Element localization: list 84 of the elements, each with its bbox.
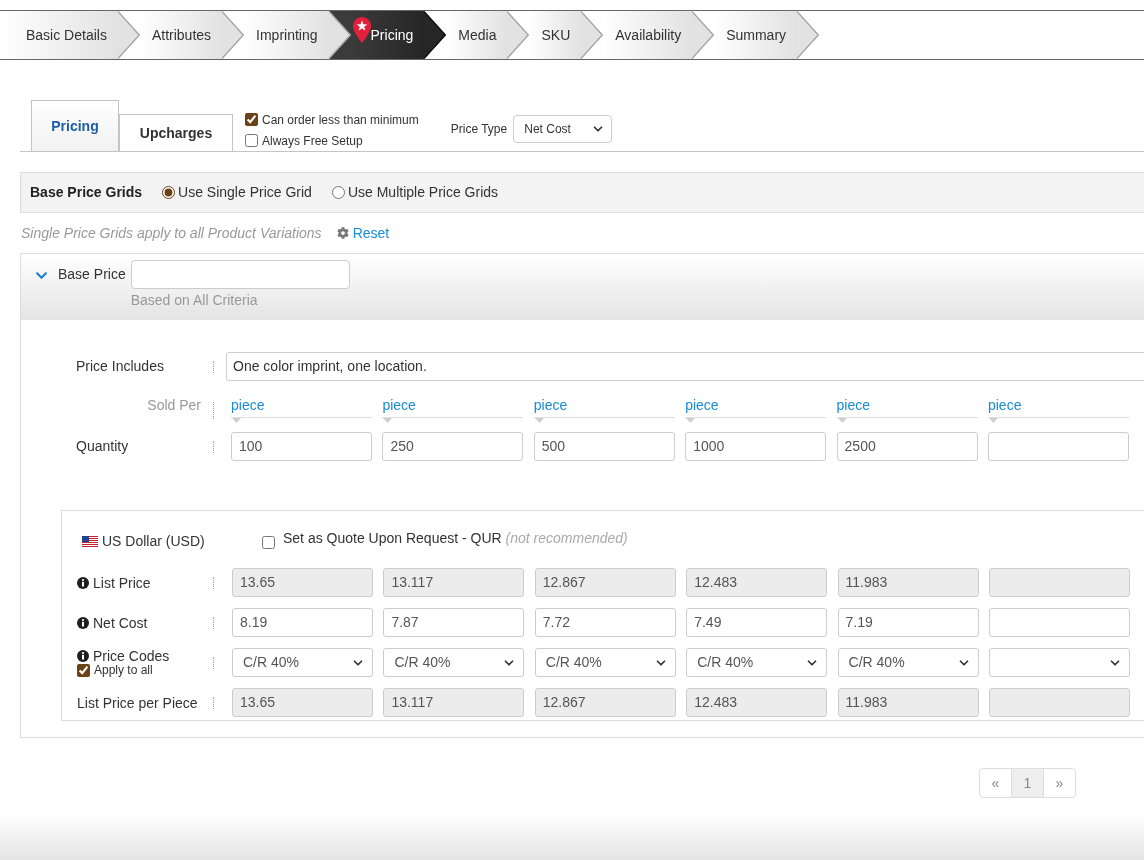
checkbox[interactable] xyxy=(262,536,275,549)
radio-label: Use Single Price Grid xyxy=(178,183,312,202)
row-label: Net Cost xyxy=(93,613,148,633)
price-field: 13.117 xyxy=(383,568,525,597)
net-cost-input[interactable]: 7.87 xyxy=(383,608,525,637)
sold-per-dropdown[interactable]: piece xyxy=(836,395,978,418)
chevron-arrow-icon xyxy=(581,11,604,59)
net-cost-input[interactable]: 8.19 xyxy=(232,608,373,637)
row-label: List Price per Piece xyxy=(77,693,198,713)
price-includes-input[interactable]: One color imprint, one location. xyxy=(226,352,1144,381)
hint-text: Based on All Criteria xyxy=(130,291,259,310)
next-page-button[interactable]: » xyxy=(1043,768,1076,798)
price-code-select[interactable]: C/R 40% xyxy=(837,648,979,677)
sold-per-dropdown[interactable]: piece xyxy=(987,395,1129,418)
radio-button[interactable] xyxy=(162,186,176,199)
chevron-arrow-icon xyxy=(507,11,530,59)
price-field: 13.65 xyxy=(232,688,373,717)
map-pin-star-icon xyxy=(352,17,371,43)
checkbox[interactable] xyxy=(245,134,258,147)
quantity-input[interactable]: 250 xyxy=(382,432,524,461)
field-label: Sold Per xyxy=(146,396,202,415)
tab[interactable]: Upcharges xyxy=(119,114,233,151)
price-code-select[interactable]: C/R 40% xyxy=(232,648,373,677)
sold-per-dropdown[interactable]: piece xyxy=(231,395,372,418)
price-code-select[interactable]: C/R 40% xyxy=(383,648,525,677)
price-code-select[interactable]: C/R 40% xyxy=(534,648,676,677)
price-field: 13.65 xyxy=(232,568,373,597)
net-cost-input[interactable]: 7.49 xyxy=(686,608,828,637)
quantity-input[interactable]: 100 xyxy=(231,432,372,461)
row-label: List Price xyxy=(93,573,151,593)
quantity-input[interactable]: 500 xyxy=(533,432,675,461)
caret-icon xyxy=(988,418,998,423)
tab[interactable]: Pricing xyxy=(31,100,119,151)
price-field: 11.983 xyxy=(837,688,979,717)
sold-per-dropdown[interactable]: piece xyxy=(685,395,827,418)
quantity-input[interactable]: 1000 xyxy=(685,432,827,461)
price-field: 11.983 xyxy=(837,568,979,597)
caret-icon xyxy=(534,418,544,423)
gear-icon xyxy=(336,227,349,239)
checkbox[interactable] xyxy=(245,113,258,126)
flag-icon xyxy=(82,535,98,547)
net-cost-input[interactable]: 7.72 xyxy=(534,608,676,637)
caret-icon xyxy=(383,418,393,423)
quantity-input[interactable] xyxy=(987,432,1129,461)
chevron-arrow-icon xyxy=(797,11,820,59)
price-field: 12.483 xyxy=(686,688,828,717)
previous-page-button[interactable]: « xyxy=(979,768,1012,798)
radio-button[interactable] xyxy=(331,186,345,199)
row-label: Price Codes xyxy=(93,648,170,664)
net-cost-input[interactable] xyxy=(988,608,1130,637)
price-field: 12.867 xyxy=(534,688,676,717)
quantity-input[interactable]: 2500 xyxy=(836,432,978,461)
reset-link[interactable]: Reset xyxy=(352,222,390,244)
checkbox-label: Set as Quote Upon Request - QUR (not recommended) xyxy=(283,528,628,548)
price-field: 12.483 xyxy=(686,568,828,597)
chevron-arrow-icon xyxy=(424,11,447,59)
field-label: Base Price xyxy=(58,265,126,284)
net-cost-input[interactable]: 7.19 xyxy=(837,608,979,637)
sold-per-dropdown[interactable]: piece xyxy=(382,395,524,418)
checkbox-label: Apply to all xyxy=(94,664,153,677)
chevron-arrow-icon xyxy=(222,11,245,59)
field-label: Quantity xyxy=(76,437,130,456)
field-label: Price Includes xyxy=(76,357,165,376)
price-type-select[interactable]: Net Cost xyxy=(513,115,613,143)
section-title: Base Price Grids xyxy=(30,183,143,202)
step-tab[interactable]: Pricing xyxy=(350,11,425,59)
caret-icon xyxy=(837,418,847,423)
price-field: 12.867 xyxy=(534,568,676,597)
chevron-arrow-icon xyxy=(692,11,715,59)
radio-label: Use Multiple Price Grids xyxy=(347,183,499,202)
field-label: Price Type xyxy=(450,121,508,138)
chevron-icon[interactable] xyxy=(35,269,48,282)
checkbox-label: Can order less than minimum xyxy=(262,111,419,129)
checkbox-label: Always Free Setup xyxy=(262,132,363,150)
sold-per-dropdown[interactable]: piece xyxy=(533,395,675,418)
caret-icon xyxy=(686,418,696,423)
note-text: Single Price Grids apply to all Product Variations xyxy=(21,223,322,243)
price-code-select[interactable]: C/R 40% xyxy=(686,648,828,677)
chevron-arrow-icon xyxy=(117,11,140,59)
price-field: 13.117 xyxy=(383,688,525,717)
currency-label: US Dollar (USD) xyxy=(102,531,205,551)
caret-icon xyxy=(232,418,241,423)
checkbox[interactable] xyxy=(77,664,90,677)
base-price-input[interactable] xyxy=(130,260,350,289)
